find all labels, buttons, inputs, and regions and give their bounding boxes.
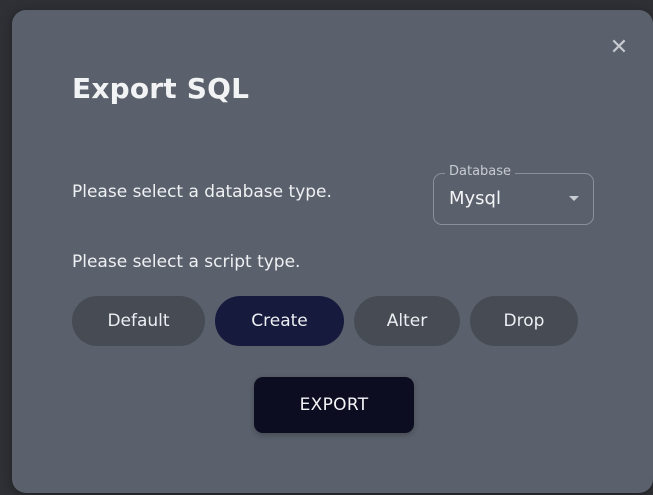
export-sql-dialog: ✕ Export SQL Please select a database ty… <box>12 10 653 493</box>
dialog-title: Export SQL <box>72 72 250 105</box>
export-button[interactable]: EXPORT <box>254 377 414 433</box>
script-type-create-button[interactable]: Create <box>215 296 344 346</box>
script-type-alter-button[interactable]: Alter <box>354 296 460 346</box>
database-type-prompt: Please select a database type. <box>72 182 332 202</box>
script-type-drop-button[interactable]: Drop <box>470 296 578 346</box>
chevron-down-icon <box>569 196 579 201</box>
script-type-group: Default Create Alter Drop <box>72 296 578 346</box>
database-select-label: Database <box>445 164 516 179</box>
close-icon[interactable]: ✕ <box>607 36 631 60</box>
database-select-value: Mysql <box>449 188 501 209</box>
database-select[interactable]: Database Mysql <box>433 164 594 225</box>
script-type-prompt: Please select a script type. <box>72 252 301 272</box>
script-type-default-button[interactable]: Default <box>72 296 205 346</box>
